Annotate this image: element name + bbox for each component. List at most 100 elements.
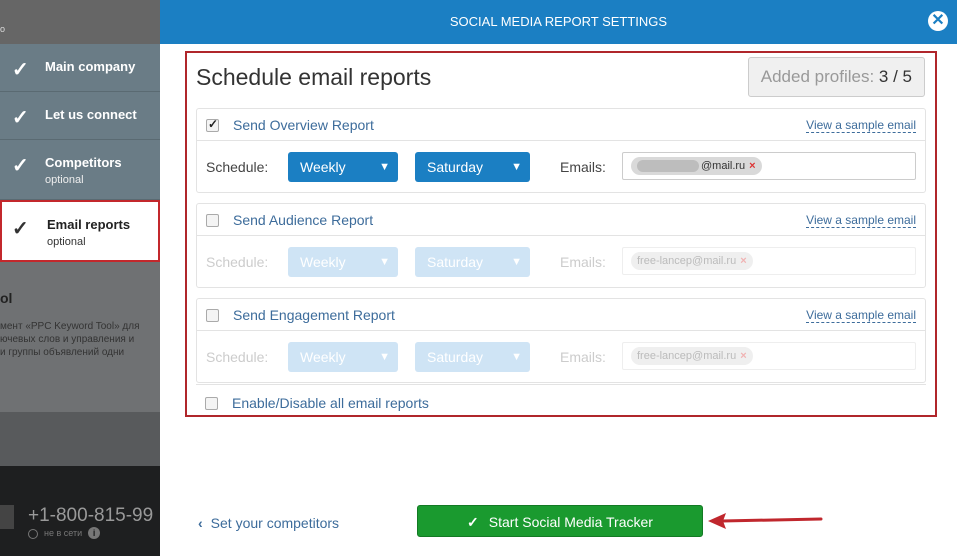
toggle-all-row: Enable/Disable all email reports [196,384,926,414]
report-overview: Send Overview Report View a sample email… [196,108,926,193]
step-sublabel: optional [47,236,86,248]
email-tag-text: free-lancep@mail.ru [637,255,737,267]
frequency-select[interactable]: Weekly ▼ [288,247,398,277]
chevron-down-icon: ▼ [511,256,522,268]
frequency-select[interactable]: Weekly ▼ [288,152,398,182]
step-label: Main company [45,59,136,74]
background-section-title: ol [0,290,13,306]
step-email-reports[interactable]: ✓ Email reports optional [0,200,160,262]
email-tag: @mail.ru × [631,157,762,175]
info-icon: i [88,527,101,539]
online-status-text: не в сети [44,528,83,538]
added-profiles-badge: Added profiles: 3 / 5 [747,57,925,97]
redacted-email-part [637,160,699,173]
schedule-label: Schedule: [206,349,269,365]
settings-modal: SOCIAL MEDIA REPORT SETTINGS ✕ Schedule … [160,0,957,556]
toggle-all-label[interactable]: Enable/Disable all email reports [232,395,429,411]
emails-input[interactable]: @mail.ru × [622,152,916,180]
check-icon: ✓ [12,59,29,81]
emails-label: Emails: [560,254,606,270]
frequency-value: Weekly [300,159,346,175]
steps-sidebar: ✓ Main company ✓ Let us connect ✓ Compet… [0,44,160,262]
emails-label: Emails: [560,349,606,365]
red-arrow-icon [708,513,823,529]
background-section-text: мент «PPC Keyword Tool» для ючевых слов … [0,321,140,358]
close-icon[interactable]: ✕ [928,11,948,31]
back-link-label: Set your competitors [210,515,340,531]
added-profiles-label: Added profiles: [760,67,875,86]
frequency-select[interactable]: Weekly ▼ [288,342,398,372]
background-header: о [0,0,160,45]
email-reports-panel: Schedule email reports Added profiles: 3… [185,51,937,417]
schedule-label: Schedule: [206,254,269,270]
report-settings-row: Schedule: Weekly ▼ Saturday ▼ Emails: fr… [197,331,925,383]
remove-email-icon[interactable]: × [740,255,746,267]
day-value: Saturday [427,254,484,270]
background-top-fragment: о [0,24,6,34]
toggle-all-checkbox[interactable] [205,397,218,410]
step-sublabel: optional [45,174,84,186]
schedule-label: Schedule: [206,159,269,175]
report-checkbox[interactable] [206,309,219,322]
chevron-down-icon: ▼ [511,161,522,173]
step-let-us-connect[interactable]: ✓ Let us connect [0,92,160,140]
report-header: Send Overview Report View a sample email [197,109,925,141]
check-icon: ✓ [467,514,479,530]
check-icon: ✓ [12,155,29,177]
report-checkbox[interactable] [206,214,219,227]
step-main-company[interactable]: ✓ Main company [0,44,160,92]
email-tag-text: free-lancep@mail.ru [637,350,737,362]
step-competitors[interactable]: ✓ Competitors optional [0,140,160,200]
emails-label: Emails: [560,159,606,175]
added-profiles-count: 3 / 5 [878,67,912,86]
report-engagement: Send Engagement Report View a sample ema… [196,298,926,383]
chevron-down-icon: ▼ [379,161,390,173]
day-select[interactable]: Saturday ▼ [415,152,530,182]
check-icon: ✓ [12,107,29,129]
page-title: Schedule email reports [196,64,432,90]
start-tracker-button[interactable]: ✓ Start Social Media Tracker [417,505,703,537]
report-settings-row: Schedule: Weekly ▼ Saturday ▼ Emails: @m… [197,141,925,193]
view-sample-link[interactable]: View a sample email [806,214,916,228]
start-tracker-label: Start Social Media Tracker [488,514,653,530]
background-online-status: не в сети i [28,527,101,539]
step-label: Let us connect [45,107,137,122]
emails-input[interactable]: free-lancep@mail.ru × [622,247,916,275]
frequency-value: Weekly [300,349,346,365]
report-settings-row: Schedule: Weekly ▼ Saturday ▼ Emails: fr… [197,236,925,288]
report-name[interactable]: Send Overview Report [233,117,374,133]
chevron-down-icon: ▼ [379,351,390,363]
background-edge-tab [0,505,14,529]
email-tag-text: @mail.ru [701,160,746,172]
chevron-left-icon: ‹ [198,515,203,531]
remove-email-icon[interactable]: × [749,160,755,172]
remove-email-icon[interactable]: × [740,350,746,362]
status-dot-icon [28,528,38,539]
email-tag: free-lancep@mail.ru × [631,347,753,365]
background-phone: +1-800-815-99 [28,505,154,526]
chevron-down-icon: ▼ [379,256,390,268]
check-icon: ✓ [12,218,29,240]
report-name[interactable]: Send Engagement Report [233,307,395,323]
step-label: Email reports [47,217,131,232]
emails-input[interactable]: free-lancep@mail.ru × [622,342,916,370]
screen: о ol мент «PPC Keyword Tool» для ючевых … [0,0,957,556]
back-link[interactable]: ‹ Set your competitors [198,515,339,531]
background-section: ol мент «PPC Keyword Tool» для ючевых сл… [0,262,160,412]
report-header: Send Audience Report View a sample email [197,204,925,236]
day-value: Saturday [427,349,484,365]
view-sample-link[interactable]: View a sample email [806,309,916,323]
chevron-down-icon: ▼ [511,351,522,363]
day-select[interactable]: Saturday ▼ [415,247,530,277]
modal-title: SOCIAL MEDIA REPORT SETTINGS [449,14,668,29]
day-select[interactable]: Saturday ▼ [415,342,530,372]
report-header: Send Engagement Report View a sample ema… [197,299,925,331]
report-checkbox[interactable] [206,117,219,132]
day-value: Saturday [427,159,484,175]
email-tag: free-lancep@mail.ru × [631,252,753,270]
report-name[interactable]: Send Audience Report [233,212,373,228]
frequency-value: Weekly [300,254,346,270]
modal-header: SOCIAL MEDIA REPORT SETTINGS ✕ [160,0,957,44]
background-band [0,412,160,466]
view-sample-link[interactable]: View a sample email [806,119,916,133]
